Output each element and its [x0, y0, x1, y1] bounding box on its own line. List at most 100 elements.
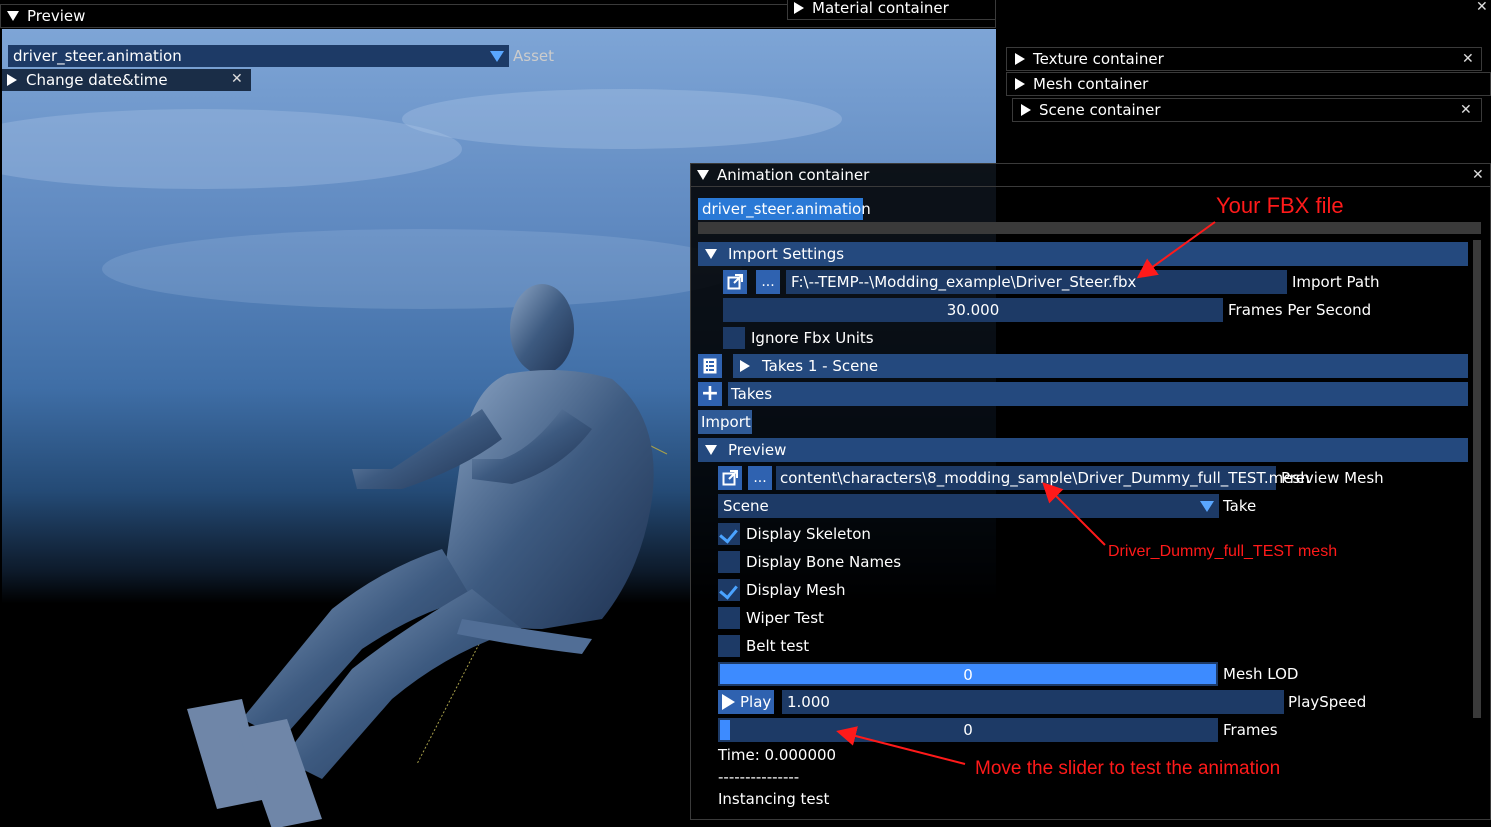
- asset-label: Asset: [513, 47, 555, 65]
- display-mesh-checkbox[interactable]: [718, 579, 740, 601]
- panel-scrollbar[interactable]: [1473, 240, 1481, 718]
- external-link-icon: [727, 274, 743, 290]
- close-icon[interactable]: ✕: [1476, 0, 1488, 14]
- chevron-down-icon: [1200, 500, 1214, 512]
- collapse-icon: [705, 445, 717, 455]
- display-skeleton-checkbox[interactable]: [718, 523, 740, 545]
- mesh-container-header[interactable]: Mesh container: [1006, 72, 1491, 96]
- change-datetime-label: Change date&time: [26, 71, 168, 89]
- material-container-header[interactable]: Material container: [787, 0, 996, 20]
- import-settings-header[interactable]: Import Settings: [698, 242, 1468, 266]
- time-readout: Time: 0.000000: [718, 746, 837, 764]
- material-container-title: Material container: [812, 0, 949, 17]
- texture-container-header[interactable]: Texture container: [1006, 47, 1482, 71]
- animation-asset-name: driver_steer.animation: [702, 200, 871, 218]
- preview-mesh-input[interactable]: content\characters\8_modding_sample\Driv…: [776, 466, 1310, 490]
- browse-mesh-button[interactable]: ...: [748, 466, 772, 490]
- instancing-test-label: Instancing test: [718, 790, 830, 808]
- fps-value: 30.000: [946, 301, 1000, 319]
- import-path-input[interactable]: F:\--TEMP--\Modding_example\Driver_Steer…: [786, 270, 1287, 294]
- belt-test-checkbox[interactable]: [718, 635, 740, 657]
- list-icon: [703, 358, 717, 374]
- expand-icon: [794, 2, 804, 14]
- collapse-icon: [705, 249, 717, 259]
- play-icon: [722, 694, 735, 710]
- close-icon[interactable]: ✕: [1472, 168, 1484, 182]
- preview-title: Preview: [27, 7, 86, 25]
- wiper-test-checkbox[interactable]: [718, 607, 740, 629]
- expand-icon: [1015, 53, 1025, 65]
- asset-combo[interactable]: driver_steer.animation: [8, 45, 485, 67]
- mesh-container-title: Mesh container: [1033, 75, 1149, 93]
- expand-icon: [740, 360, 750, 372]
- close-icon[interactable]: ✕: [1462, 52, 1474, 66]
- frames-label: Frames: [1223, 721, 1278, 739]
- asset-list-scrollbar[interactable]: [698, 222, 1481, 234]
- play-label: Play: [740, 693, 772, 711]
- animation-container-titlebar[interactable]: Animation container: [690, 163, 1491, 187]
- texture-container-title: Texture container: [1033, 50, 1164, 68]
- ignore-fbx-units-checkbox[interactable]: [723, 327, 745, 349]
- plus-icon: +: [700, 381, 720, 406]
- fps-label: Frames Per Second: [1228, 301, 1372, 319]
- browse-button[interactable]: ...: [756, 270, 780, 294]
- close-icon[interactable]: ✕: [1460, 103, 1472, 117]
- mesh-lod-value: 0: [963, 666, 973, 684]
- take-label: Take: [1223, 497, 1257, 515]
- add-take-button[interactable]: +: [698, 382, 722, 406]
- asset-dropdown-button[interactable]: [485, 45, 509, 67]
- import-button[interactable]: Import: [698, 410, 752, 434]
- browse-label: ...: [753, 470, 767, 486]
- close-icon[interactable]: ✕: [231, 72, 243, 86]
- expand-icon: [1021, 104, 1031, 116]
- mesh-lod-label: Mesh LOD: [1223, 665, 1299, 683]
- divider-text: ---------------: [718, 768, 800, 786]
- import-settings-title: Import Settings: [728, 245, 845, 263]
- mesh-lod-slider[interactable]: 0: [718, 662, 1218, 686]
- take-combo[interactable]: Scene: [718, 494, 1195, 518]
- chevron-down-icon: [490, 50, 504, 62]
- takes-tree-node[interactable]: Takes 1 - Scene: [733, 354, 1468, 378]
- display-skeleton-label: Display Skeleton: [746, 525, 871, 543]
- take-dropdown-button[interactable]: [1195, 494, 1219, 518]
- take-value: Scene: [723, 497, 769, 515]
- preview-section-header[interactable]: Preview: [698, 438, 1468, 462]
- import-path-value: F:\--TEMP--\Modding_example\Driver_Steer…: [791, 273, 1137, 291]
- preview-section-title: Preview: [728, 441, 787, 459]
- takes-label: Takes: [731, 385, 773, 403]
- takes-tree-label: Takes 1 - Scene: [762, 357, 879, 375]
- belt-test-label: Belt test: [746, 637, 810, 655]
- ignore-fbx-units-label: Ignore Fbx Units: [751, 329, 874, 347]
- collapse-icon: [7, 11, 19, 21]
- play-button[interactable]: Play: [718, 690, 774, 714]
- playspeed-input[interactable]: 1.000: [782, 690, 1284, 714]
- expand-icon: [1015, 78, 1025, 90]
- import-path-label: Import Path: [1292, 273, 1380, 291]
- frames-value: 0: [963, 721, 973, 739]
- frames-slider[interactable]: 0: [718, 718, 1218, 742]
- scene-container-header[interactable]: Scene container: [1012, 98, 1482, 122]
- wiper-test-label: Wiper Test: [746, 609, 824, 627]
- annotation-slider: Move the slider to test the animation: [975, 758, 1281, 779]
- fps-input[interactable]: 30.000: [723, 298, 1223, 322]
- annotation-mesh: Driver_Dummy_full_TEST mesh: [1108, 543, 1338, 560]
- change-datetime-header[interactable]: Change date&time: [2, 69, 251, 91]
- open-external-button[interactable]: [723, 270, 747, 294]
- browse-label: ...: [761, 274, 775, 290]
- preview-mesh-label: Preview Mesh: [1281, 469, 1384, 487]
- expand-icon: [7, 74, 17, 86]
- animation-asset-selected[interactable]: driver_steer.animation: [698, 198, 871, 220]
- annotation-fbx-file: Your FBX file: [1216, 193, 1344, 218]
- scene-container-title: Scene container: [1039, 101, 1161, 119]
- preview-mesh-value: content\characters\8_modding_sample\Driv…: [780, 469, 1310, 487]
- playspeed-label: PlaySpeed: [1288, 693, 1367, 711]
- takes-header[interactable]: Takes: [728, 382, 1468, 406]
- playspeed-value: 1.000: [787, 693, 830, 711]
- display-bone-names-checkbox[interactable]: [718, 551, 740, 573]
- collapse-icon: [697, 169, 709, 180]
- takes-list-button[interactable]: [698, 354, 722, 378]
- animation-container-title: Animation container: [717, 165, 870, 184]
- display-mesh-label: Display Mesh: [746, 581, 846, 599]
- asset-value: driver_steer.animation: [13, 47, 182, 65]
- open-mesh-external-button[interactable]: [718, 466, 742, 490]
